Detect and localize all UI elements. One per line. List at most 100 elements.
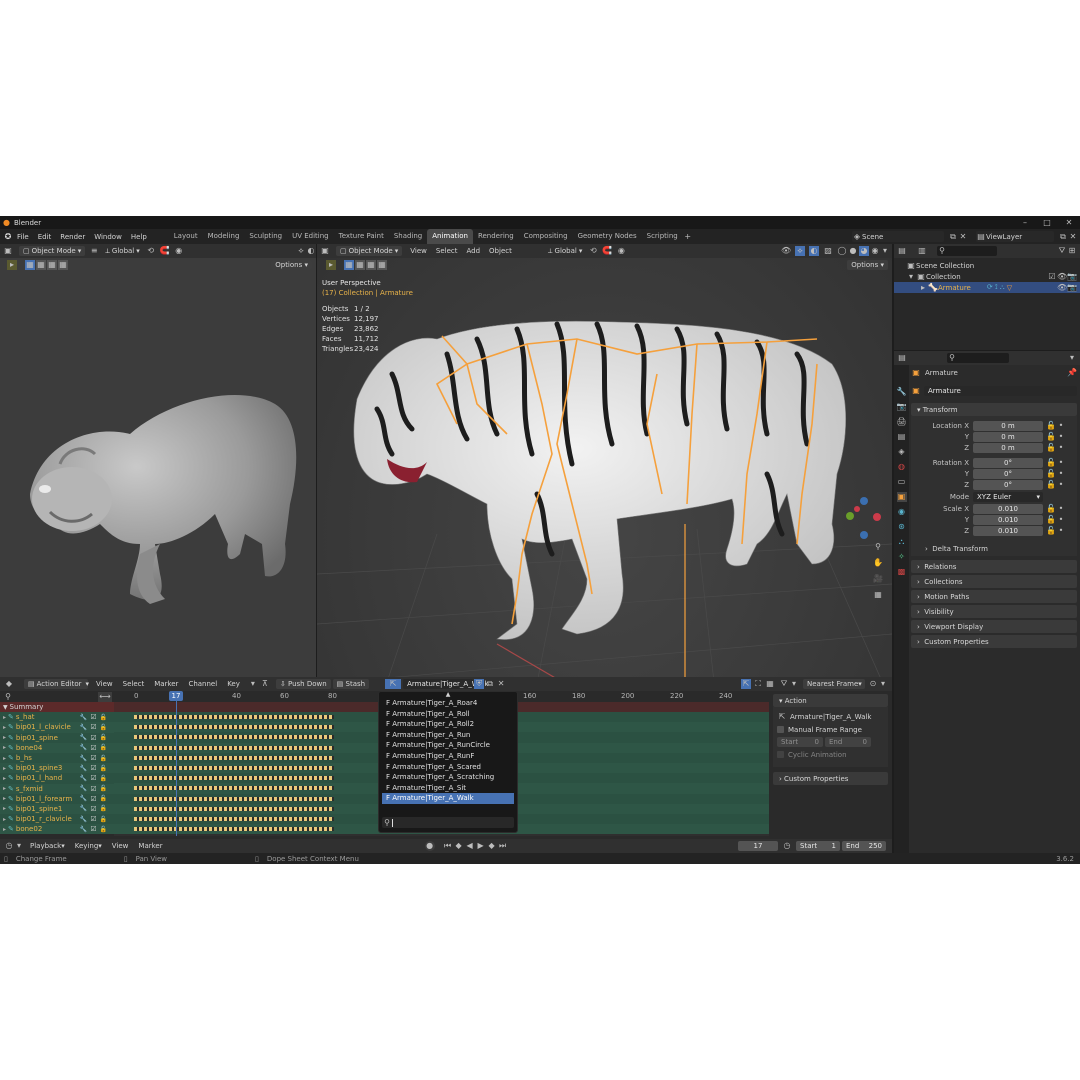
keyframe-dot-icon[interactable]: •	[1056, 432, 1066, 442]
keyframe-strip[interactable]	[134, 755, 334, 760]
wrench-icon[interactable]: 🔧	[80, 795, 87, 802]
checkbox-icon[interactable]: ☑	[90, 754, 96, 762]
editor-type-icon[interactable]: ◆	[4, 679, 14, 689]
action-browse-icon[interactable]: ⇱	[385, 679, 402, 689]
wrench-icon[interactable]: 🔧	[80, 765, 87, 772]
section-collections[interactable]: › Collections	[911, 575, 1077, 588]
bone-channel[interactable]: ▸ ✎ bip01_l_clavicle 🔧 ☑ 🔓	[0, 722, 114, 733]
scene-selector[interactable]: ◈ Scene	[852, 231, 944, 242]
action-option[interactable]: F Armature|Tiger_A_Roar4	[382, 698, 514, 709]
object-name[interactable]: Armature	[925, 369, 958, 377]
bone-channel[interactable]: ▸ ✎ bip01_spine1 🔧 ☑ 🔓	[0, 803, 114, 815]
lock-icon[interactable]: 🔓	[1046, 458, 1056, 468]
tab-shading[interactable]: Shading	[389, 229, 427, 244]
lock-icon[interactable]: 🔓	[100, 775, 107, 782]
action-option[interactable]: F Armature|Tiger_A_Roll2	[382, 719, 514, 730]
filter-icon[interactable]: ⛛	[779, 679, 789, 689]
camera-icon[interactable]: 🎥	[873, 574, 883, 584]
action-option[interactable]: F Armature|Tiger_A_Scratching	[382, 772, 514, 783]
maximize-icon[interactable]: □	[1036, 218, 1058, 228]
lock-icon[interactable]: 🔓	[100, 785, 107, 792]
manual-frame-range-row[interactable]: Manual Frame Range	[777, 723, 884, 736]
checkbox-icon[interactable]: ☑	[90, 825, 96, 833]
start-frame-field[interactable]: Start 1	[796, 841, 840, 851]
location-z-field[interactable]: 0 m	[973, 442, 1043, 453]
keyframe-dot-icon[interactable]: •	[1056, 458, 1066, 468]
show-hidden-icon[interactable]: ⛶	[753, 679, 763, 689]
tab-animation[interactable]: Animation	[427, 229, 473, 244]
tab-sculpting[interactable]: Sculpting	[244, 229, 287, 244]
tab-texture-paint[interactable]: Texture Paint	[334, 229, 389, 244]
action-option[interactable]: F Armature|Tiger_A_Scared	[382, 762, 514, 773]
new-action-icon[interactable]: ⧉	[485, 679, 495, 689]
proportional-icon[interactable]: ⊙	[868, 679, 878, 689]
add-workspace-icon[interactable]: +	[683, 232, 693, 242]
shading-modes[interactable]: ◯ ● ◕ ◉	[837, 246, 880, 256]
checkbox-icon[interactable]: ☑	[90, 774, 96, 782]
keyframe-strip[interactable]	[134, 816, 334, 821]
keyframe-dot-icon[interactable]: •	[1056, 443, 1066, 453]
camera-icon[interactable]: 📷	[1067, 272, 1077, 282]
lock-icon[interactable]: 🔓	[100, 826, 107, 833]
checkbox-icon[interactable]	[777, 726, 784, 733]
expand-arrow-icon[interactable]: ▸	[3, 826, 6, 833]
keyframe-strip[interactable]	[134, 796, 334, 801]
action-option[interactable]: F Armature|Tiger_A_Run	[382, 730, 514, 741]
section-visibility[interactable]: › Visibility	[911, 605, 1077, 618]
section-motion-paths[interactable]: › Motion Paths	[911, 590, 1077, 603]
action-option[interactable]: F Armature|Tiger_A_Roll	[382, 709, 514, 720]
unlink-action-icon[interactable]: ✕	[496, 679, 506, 689]
chevron-down-icon[interactable]: ▾	[878, 679, 888, 689]
keyframe-dot-icon[interactable]: •	[1056, 469, 1066, 479]
keyframe-dot-icon[interactable]: •	[1056, 480, 1066, 490]
new-view-layer-icon[interactable]: ⧉	[1058, 232, 1068, 242]
menu-help[interactable]: Help	[131, 233, 147, 241]
keyframe-strip[interactable]	[134, 776, 334, 781]
editor-type-icon[interactable]: ▣	[320, 246, 330, 256]
lock-icon[interactable]: 🔓	[1046, 469, 1056, 479]
snapping-selector[interactable]: Nearest Frame ▾	[803, 679, 865, 689]
action-name-field[interactable]: Armature|Tiger_A_Walk	[403, 679, 488, 689]
snap-icon[interactable]: 🧲	[602, 246, 612, 256]
scale-y-field[interactable]: 0.010	[973, 514, 1043, 525]
checkbox-icon[interactable]: ☑	[90, 795, 96, 803]
action-option[interactable]: F Armature|Tiger_A_Sit	[382, 783, 514, 794]
tab-rendering[interactable]: Rendering	[473, 229, 519, 244]
keyframe-strip[interactable]	[134, 725, 334, 730]
modifiers-tab-icon[interactable]: ◉	[897, 507, 907, 517]
checkbox-icon[interactable]: ☑	[90, 805, 96, 813]
wrench-icon[interactable]: 🔧	[80, 816, 87, 823]
chevron-down-icon[interactable]: ▾	[880, 246, 890, 256]
expand-arrow-icon[interactable]: ▸	[3, 765, 6, 772]
jump-start-icon[interactable]: ⏮	[443, 841, 453, 851]
visibility-eye-icon[interactable]: 👁	[1057, 283, 1067, 293]
close-icon[interactable]: ✕	[1058, 218, 1080, 228]
keyframe-strip[interactable]	[134, 806, 334, 811]
action-selector[interactable]: ⇱ Armature|Tiger_A_Walk ⛨ ⧉ ✕	[385, 679, 506, 690]
prev-keyframe-icon[interactable]: ◆	[454, 841, 464, 851]
pan-hand-icon[interactable]: ✋	[873, 558, 883, 568]
wrench-icon[interactable]: 🔧	[80, 734, 87, 741]
tab-scripting[interactable]: Scripting	[642, 229, 683, 244]
editor-mode-selector[interactable]: ▤ Action Editor ▾	[24, 679, 89, 689]
chevron-down-icon[interactable]: ▾	[1067, 353, 1077, 363]
only-selected-icon[interactable]: ⇱	[741, 679, 751, 689]
wrench-icon[interactable]: 🔧	[80, 805, 87, 812]
keyframe-strip[interactable]	[134, 735, 334, 740]
menu-edit[interactable]: Edit	[38, 233, 52, 241]
playback-controls[interactable]: ⏮ ◆ ◀ ▶ ◆ ⏭	[443, 841, 508, 851]
checkbox-icon[interactable]: ☑	[90, 713, 96, 721]
viewport-menu-view[interactable]: View	[410, 247, 427, 255]
options-button[interactable]: Options ▾	[847, 260, 888, 270]
physics-tab-icon[interactable]: ⊛	[897, 522, 907, 532]
expand-arrow-icon[interactable]: ▸	[3, 724, 6, 731]
action-menu-select[interactable]: Select	[123, 680, 145, 688]
tool-icon[interactable]: ▸	[326, 260, 336, 270]
record-button[interactable]: ●	[424, 841, 435, 851]
xray-icon[interactable]: ▨	[823, 246, 833, 256]
checkbox-icon[interactable]: ☑	[90, 734, 96, 742]
preview-range-icon[interactable]: ◷	[782, 841, 792, 851]
keyframe-dot-icon[interactable]: •	[1056, 504, 1066, 514]
gizmo-icon[interactable]: ⟡	[795, 246, 805, 256]
chevron-down-icon[interactable]: ▾	[789, 679, 799, 689]
